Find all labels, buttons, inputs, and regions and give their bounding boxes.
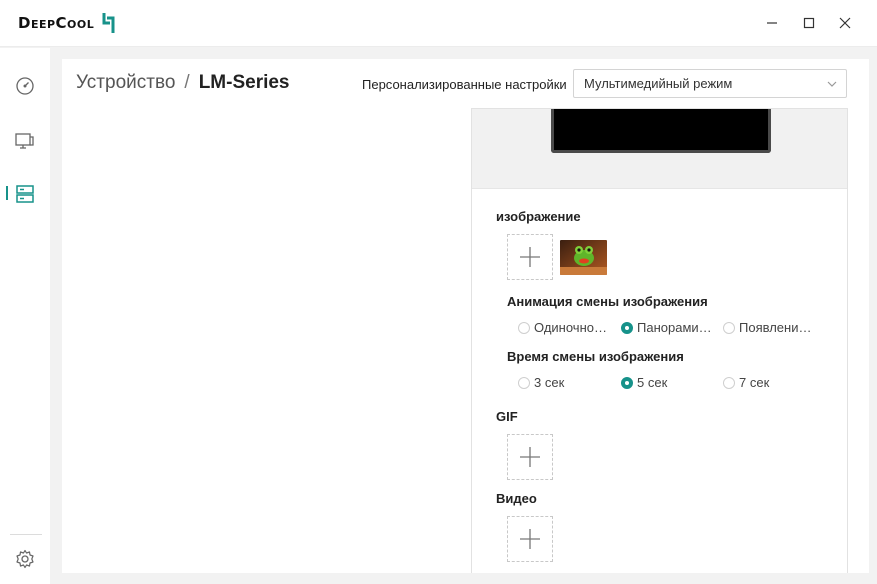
gauge-icon [16, 77, 34, 95]
close-icon [839, 17, 851, 29]
radio-interval-3s[interactable]: 3 сек [518, 375, 564, 390]
server-icon [16, 185, 34, 203]
logo-text: DeepCool [18, 14, 95, 32]
deepcool-mark-icon [102, 13, 115, 33]
maximize-icon [803, 17, 815, 29]
device-preview [472, 109, 847, 189]
frog-image-thumbnail [560, 240, 607, 275]
add-video-button[interactable] [507, 516, 553, 562]
radio-label: Появлени… [739, 320, 812, 335]
preset-selected-value: Мультимедийный режим [584, 76, 733, 91]
animation-title: Анимация смены изображения [507, 294, 708, 309]
monitor-icon [15, 133, 34, 149]
settings-button[interactable] [0, 541, 50, 577]
radio-label: 7 сек [739, 375, 770, 390]
radio-animation-single[interactable]: Одиночно… [518, 320, 607, 335]
video-section-title: Видео [496, 491, 537, 506]
radio-indicator [621, 376, 633, 389]
image-thumbnail[interactable] [560, 240, 607, 275]
title-bar: DeepCool [0, 0, 877, 47]
radio-animation-appear[interactable]: Появлени… [723, 320, 811, 335]
radio-indicator [518, 321, 530, 334]
add-gif-button[interactable] [507, 434, 553, 480]
minimize-button[interactable] [758, 10, 786, 36]
sidebar-item-devices[interactable] [0, 123, 50, 159]
image-section-title: изображение [496, 209, 581, 224]
radio-label: Панорами… [637, 320, 712, 335]
radio-indicator [723, 321, 735, 334]
radio-indicator [518, 376, 530, 389]
radio-label: 5 сек [637, 375, 668, 390]
breadcrumb-separator: / [184, 72, 190, 93]
sidebar-item-device-list[interactable] [0, 176, 50, 212]
preset-label: Персонализированные настройки [362, 77, 567, 92]
plus-icon [520, 529, 540, 549]
gif-section-title: GIF [496, 409, 518, 424]
app-logo: DeepCool [18, 12, 119, 34]
chevron-down-icon [827, 81, 837, 87]
settings-panel: изображение Анимация смены изображения О… [471, 108, 848, 573]
close-button[interactable] [831, 10, 859, 36]
radio-interval-5s[interactable]: 5 сек [621, 375, 667, 390]
preview-screen [551, 109, 771, 153]
radio-indicator [621, 321, 633, 334]
sidebar-item-dashboard[interactable] [0, 68, 50, 104]
breadcrumb: Устройство / LM-Series [76, 72, 290, 94]
radio-indicator [723, 376, 735, 389]
radio-interval-7s[interactable]: 7 сек [723, 375, 769, 390]
minimize-icon [767, 22, 777, 24]
sidebar [0, 48, 50, 584]
interval-title: Время смены изображения [507, 349, 684, 364]
main-content: Устройство / LM-Series Персонализированн… [62, 59, 869, 573]
maximize-button[interactable] [795, 10, 823, 36]
breadcrumb-parent[interactable]: Устройство [76, 72, 175, 94]
gear-icon [16, 549, 34, 569]
plus-icon [520, 447, 540, 467]
sidebar-divider [10, 534, 42, 535]
plus-icon [520, 247, 540, 267]
preset-select[interactable]: Мультимедийный режим [573, 69, 847, 98]
breadcrumb-current: LM-Series [198, 72, 290, 93]
add-image-button[interactable] [507, 234, 553, 280]
radio-label: Одиночно… [534, 320, 607, 335]
radio-label: 3 сек [534, 375, 565, 390]
active-indicator [6, 186, 8, 200]
radio-animation-panorama[interactable]: Панорами… [621, 320, 712, 335]
